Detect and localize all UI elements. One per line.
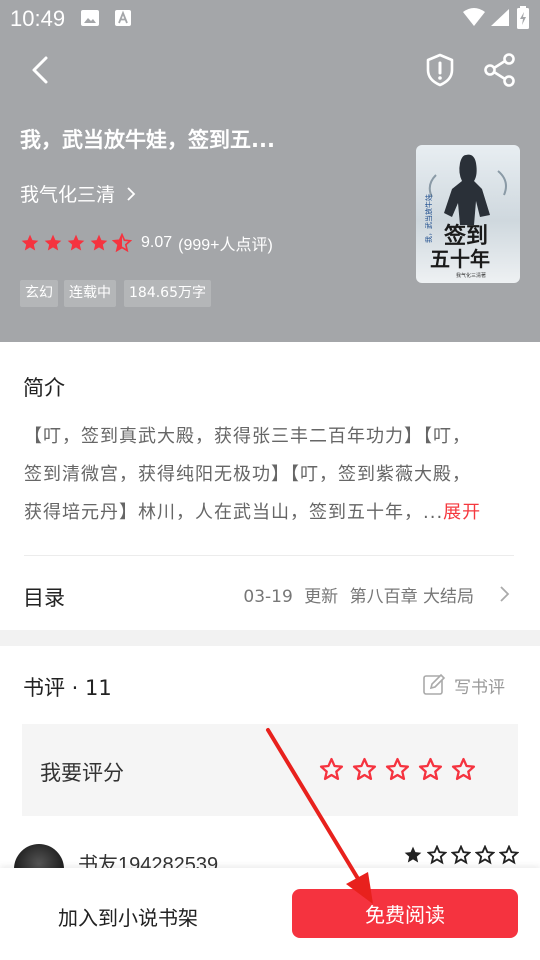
status-bar: 10:49: [0, 0, 540, 36]
back-button[interactable]: [22, 50, 62, 90]
free-read-button[interactable]: 免费阅读: [292, 889, 518, 938]
review-stars: [403, 845, 523, 865]
tag-word-count: 184.65万字: [124, 280, 211, 307]
latest-chapter: 第八百章 大结局: [349, 587, 474, 607]
catalog-label: 目录: [23, 586, 65, 610]
star-outline-icon: [475, 845, 495, 865]
cover-figure: 我，武当放牛娃 签到 五十年 我气化三清著: [424, 154, 507, 279]
intro-heading: 简介: [23, 376, 65, 400]
star-outline-icon: [427, 845, 447, 865]
write-review-button[interactable]: 写书评: [422, 672, 505, 698]
star-icon: [44, 234, 62, 251]
add-to-shelf-button[interactable]: 加入到小说书架: [58, 902, 198, 931]
author-link[interactable]: 我气化三清: [20, 180, 137, 207]
report-shield-icon: [426, 53, 454, 87]
author-name: 我气化三清: [20, 184, 116, 206]
report-button[interactable]: [420, 50, 460, 90]
battery-icon: [517, 6, 529, 29]
star-icon: [404, 846, 422, 863]
free-read-label: 免费阅读: [365, 903, 445, 927]
cover-author: 我气化三清著: [456, 272, 486, 279]
catalog-row[interactable]: 目录 03-19 更新 第八百章 大结局: [0, 560, 540, 628]
update-word: 更新: [304, 587, 339, 607]
star-outline-icon: [499, 845, 519, 865]
tag-status: 连载中: [64, 280, 116, 307]
rate-box: 我要评分: [22, 724, 518, 816]
star-outline-icon[interactable]: [418, 757, 443, 782]
tag-genre: 玄幻: [20, 280, 58, 307]
image-notification-icon: [81, 10, 99, 26]
intro-text[interactable]: 【叮，签到真武大殿，获得张三丰二百年功力】【叮， 签到清微宫，获得纯阳无极功】【…: [24, 418, 518, 532]
divider: [24, 555, 514, 556]
star-outline-icon[interactable]: [451, 757, 476, 782]
reviews-heading: 书评 · 11: [23, 676, 112, 700]
book-title: 我，武当放牛娃，签到五...: [20, 128, 275, 152]
share-icon: [484, 53, 515, 87]
update-date: 03-19: [243, 587, 293, 607]
share-button[interactable]: [480, 50, 520, 90]
write-review-label: 写书评: [454, 677, 505, 698]
star-icon: [67, 234, 85, 251]
catalog-update-info: 03-19 更新 第八百章 大结局: [243, 582, 474, 607]
rate-prompt: 我要评分: [40, 761, 124, 785]
signal-icon: [491, 9, 509, 26]
star-icon: [90, 234, 108, 251]
star-outline-icon[interactable]: [385, 757, 410, 782]
star-outline-icon: [451, 845, 471, 865]
cover-title-1: 签到: [443, 223, 488, 249]
book-cover[interactable]: 我，武当放牛娃 签到 五十年 我气化三清著: [416, 145, 520, 283]
star-outline-icon[interactable]: [352, 757, 377, 782]
rate-stars[interactable]: [319, 757, 484, 782]
edit-icon: [423, 673, 446, 695]
rating-score: 9.07: [141, 234, 173, 251]
back-icon: [32, 56, 48, 84]
star-outline-icon[interactable]: [319, 757, 344, 782]
chevron-right-icon: [500, 586, 510, 602]
book-header: 10:49 我，武当放牛娃，签到五... 我气化三清 9.07 (999+人点评…: [0, 0, 540, 342]
cover-subtitle: 我，武当放牛娃: [424, 194, 433, 243]
rating-count: (999+人点评): [178, 237, 273, 254]
intro-line: 签到清微宫，获得纯阳无极功】【叮，签到紫薇大殿，: [24, 464, 471, 485]
text-notification-icon: [115, 10, 131, 26]
rating-row: 9.07 (999+人点评): [20, 232, 273, 254]
intro-line: 获得培元丹】林川，人在武当山，签到五十年，...展开: [24, 502, 482, 523]
wifi-icon: [463, 8, 485, 26]
expand-link[interactable]: 展开: [443, 502, 481, 523]
cover-title-2: 五十年: [430, 247, 490, 271]
half-star-icon: [112, 233, 132, 253]
status-time: 10:49: [10, 6, 66, 31]
chevron-right-icon: [127, 187, 136, 201]
star-icon: [21, 234, 39, 251]
intro-line: 【叮，签到真武大殿，获得张三丰二百年功力】【叮，: [24, 426, 471, 447]
